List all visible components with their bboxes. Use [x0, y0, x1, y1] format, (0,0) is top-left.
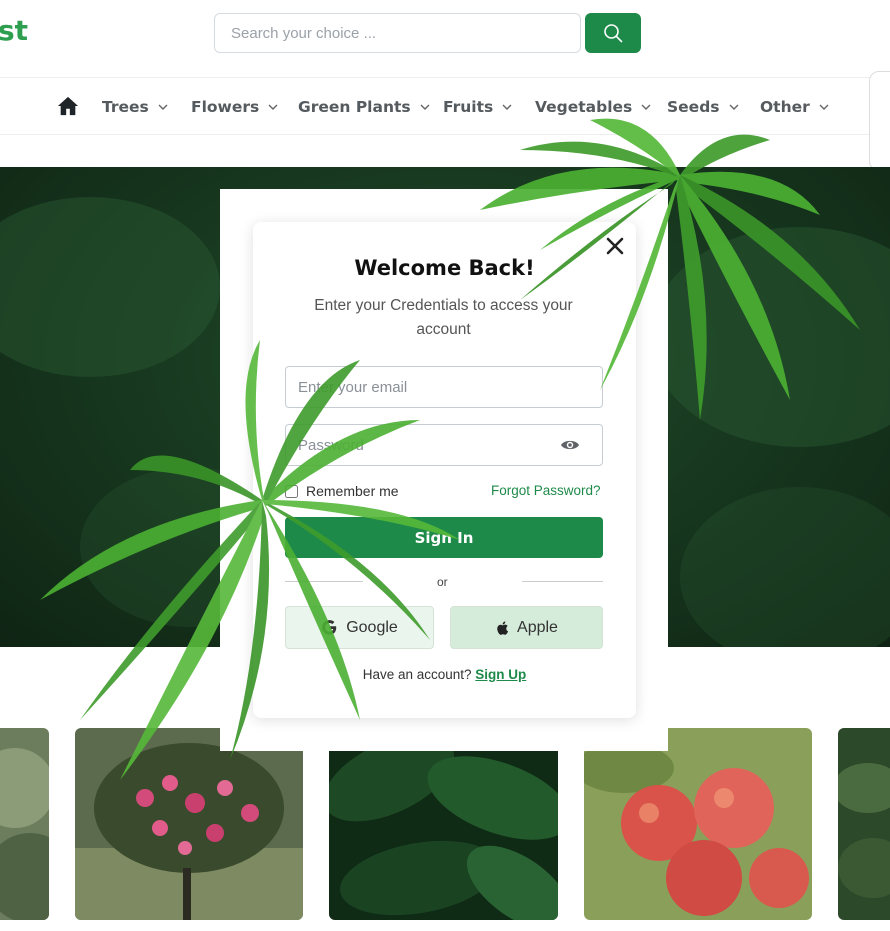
- nav-item-label: Trees: [102, 98, 149, 116]
- chevron-down-icon: [729, 104, 739, 110]
- nav-item-vegetables[interactable]: Vegetables: [535, 96, 652, 118]
- search-input[interactable]: [215, 14, 580, 52]
- nav-item-label: Flowers: [191, 98, 260, 116]
- sign-up-link[interactable]: Sign Up: [475, 667, 526, 682]
- nav-item-label: Seeds: [667, 98, 720, 116]
- remember-me[interactable]: Remember me: [285, 483, 399, 499]
- chevron-down-icon: [268, 104, 278, 110]
- signup-prompt-text: Have an account?: [362, 667, 472, 682]
- chevron-down-icon: [819, 104, 829, 110]
- modal-subtitle: Enter your Credentials to access your ac…: [314, 297, 573, 338]
- nav-item-label: Other: [760, 98, 810, 116]
- google-label: Google: [346, 618, 398, 636]
- chevron-down-icon: [158, 104, 168, 110]
- close-icon[interactable]: [605, 236, 625, 256]
- product-image: [0, 728, 49, 920]
- site-logo[interactable]: st: [0, 14, 28, 47]
- divider: [522, 581, 603, 582]
- chevron-down-icon: [502, 104, 512, 110]
- email-field[interactable]: [286, 367, 602, 407]
- remember-checkbox[interactable]: [285, 484, 298, 498]
- email-field-wrap: [285, 366, 603, 408]
- product-image: [329, 728, 558, 920]
- apple-label: Apple: [517, 618, 558, 636]
- nav-item-trees[interactable]: Trees: [102, 96, 169, 118]
- product-image: [838, 728, 890, 920]
- search-button[interactable]: [585, 13, 641, 53]
- product-card[interactable]: [0, 728, 49, 920]
- nav-item-fruits[interactable]: Fruits: [443, 96, 513, 118]
- divider: [285, 581, 363, 582]
- top-header: st: [0, 0, 890, 78]
- apple-login-button[interactable]: Apple: [450, 606, 603, 649]
- or-divider-label: or: [437, 575, 448, 589]
- modal-title: Welcome Back!: [354, 256, 535, 280]
- product-image: [75, 728, 303, 920]
- home-icon[interactable]: [57, 95, 79, 117]
- password-field[interactable]: [286, 425, 602, 465]
- eye-icon[interactable]: [560, 438, 580, 452]
- product-card[interactable]: [838, 728, 890, 920]
- nav-item-label: Fruits: [443, 98, 494, 116]
- nav-item-label: Vegetables: [535, 98, 633, 116]
- nav-item-green-plants[interactable]: Green Plants: [298, 96, 431, 118]
- nav-item-flowers[interactable]: Flowers: [191, 96, 279, 118]
- product-card[interactable]: [329, 728, 558, 920]
- signup-prompt: Have an account? Sign Up: [253, 667, 636, 682]
- remember-label: Remember me: [306, 483, 399, 499]
- forgot-password-link[interactable]: Forgot Password?: [491, 483, 601, 498]
- product-card[interactable]: [75, 728, 303, 920]
- nav-item-other[interactable]: Other: [760, 96, 830, 118]
- sign-in-button[interactable]: Sign In: [285, 517, 603, 558]
- chevron-down-icon: [641, 104, 651, 110]
- product-image: [584, 728, 812, 920]
- google-login-button[interactable]: Google: [285, 606, 434, 649]
- product-card[interactable]: [584, 728, 812, 920]
- apple-icon: [497, 620, 509, 635]
- nav-item-seeds[interactable]: Seeds: [667, 96, 740, 118]
- search-box[interactable]: [214, 13, 581, 53]
- main-nav: Trees Flowers Green Plants Fruits Vegeta…: [0, 79, 890, 135]
- nav-item-label: Green Plants: [298, 98, 411, 116]
- google-icon: [322, 620, 337, 635]
- password-field-wrap: [285, 424, 603, 466]
- search-icon: [604, 24, 623, 43]
- side-dropdown-panel: [869, 71, 890, 171]
- chevron-down-icon: [420, 104, 430, 110]
